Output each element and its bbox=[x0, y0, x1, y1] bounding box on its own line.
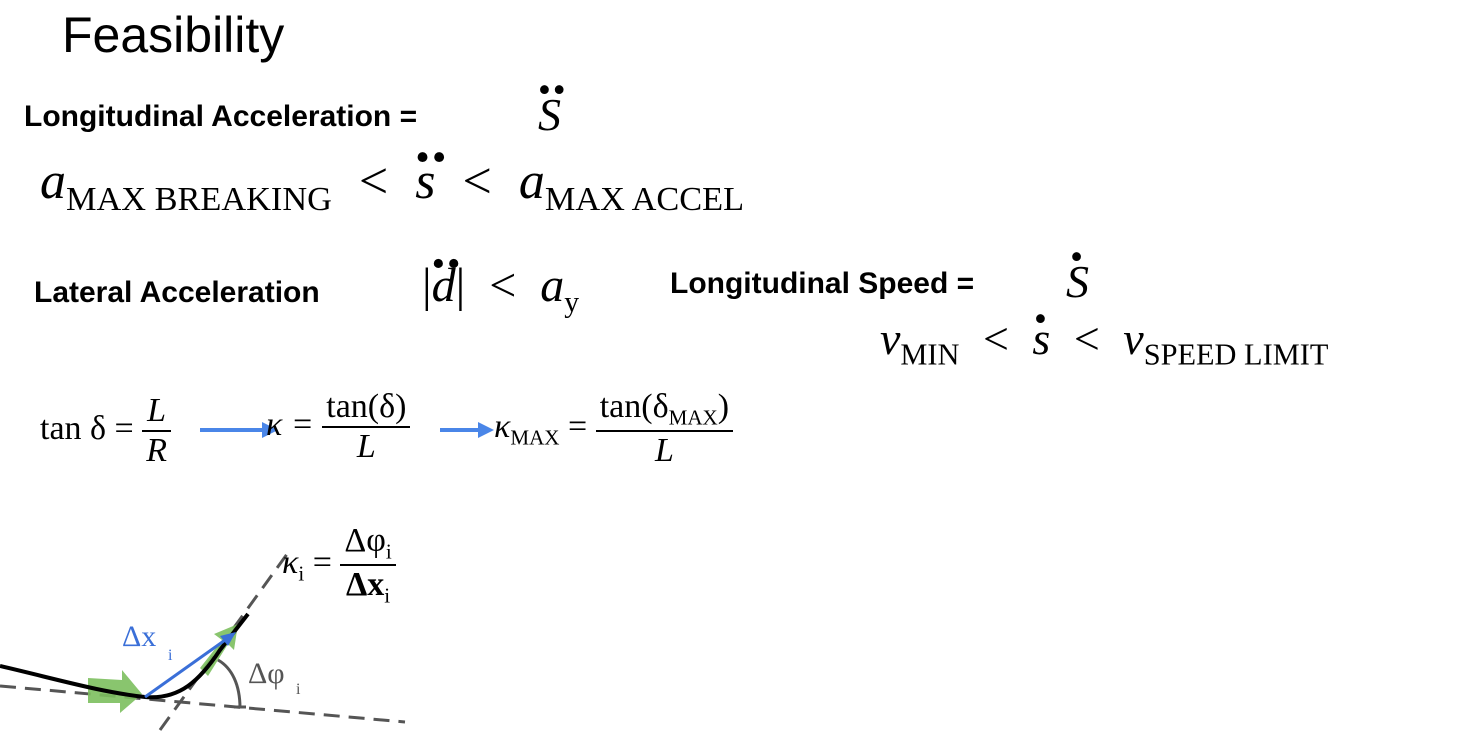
equals: = bbox=[568, 407, 588, 445]
less-than: < bbox=[462, 153, 492, 210]
double-dot-accent: •• bbox=[415, 134, 449, 181]
fraction-numerator: L bbox=[147, 392, 167, 429]
angle-arc bbox=[217, 658, 242, 709]
delta-phi: Δφ bbox=[344, 522, 386, 559]
i-sub: i bbox=[298, 561, 305, 586]
tangent-line-1 bbox=[0, 684, 406, 724]
kappa-equation: κ = tan(δ) L bbox=[266, 388, 411, 466]
longitudinal-speed-constraint: vMIN < • s < vSPEED LIMIT bbox=[880, 298, 1329, 373]
s-double-dot-symbol: •• S bbox=[538, 69, 566, 141]
tan-delta-over-l-fraction: tan(δ) L bbox=[322, 388, 411, 466]
abs-bar: | bbox=[422, 259, 432, 312]
kappa-max-equation: κMAX = tan(δMAX) L bbox=[494, 388, 734, 470]
a-var: a bbox=[518, 153, 545, 210]
longitudinal-acceleration-label: Longitudinal Acceleration = bbox=[24, 100, 418, 133]
max-accel-sub: MAX ACCEL bbox=[544, 180, 745, 218]
dphi-label: Δφ bbox=[248, 657, 285, 690]
speed-limit-sub: SPEED LIMIT bbox=[1143, 337, 1329, 372]
kappa-var: κ bbox=[282, 544, 299, 582]
dphi-sub: i bbox=[296, 681, 301, 698]
chain-arrow-2 bbox=[440, 422, 494, 438]
y-sub: y bbox=[564, 285, 580, 319]
arrow-head bbox=[478, 422, 494, 438]
equals: = bbox=[312, 544, 332, 582]
curvature-chain: tan δ = LR bbox=[40, 392, 172, 470]
kappa-i-equation: κi = Δφi Δxi bbox=[282, 522, 396, 609]
i-sub: i bbox=[384, 583, 391, 608]
l-over-r-fraction: LR bbox=[142, 392, 172, 470]
kappa-var: κ bbox=[494, 407, 511, 445]
a-var: a bbox=[540, 259, 565, 312]
delta-x: Δx bbox=[345, 566, 385, 604]
tan-delta-max-over-l-fraction: tan(δMAX) L bbox=[595, 388, 734, 470]
dot-accent: • bbox=[1033, 297, 1049, 339]
kappa-lhs: κ = bbox=[266, 405, 314, 443]
less-than: < bbox=[1073, 313, 1100, 364]
close-paren: ) bbox=[717, 388, 730, 425]
lateral-acceleration-constraint: | •• d| < ay bbox=[422, 243, 580, 319]
max-sub: MAX bbox=[510, 425, 560, 450]
fraction-denominator: R bbox=[142, 430, 172, 470]
fraction-denominator: L bbox=[322, 426, 411, 466]
a-var: a bbox=[40, 153, 66, 210]
dot-accent: • bbox=[1070, 235, 1085, 277]
s-dot-symbol: • S bbox=[1066, 236, 1089, 308]
tan-delta-text: tan(δ bbox=[599, 388, 669, 425]
dphi-over-dx-fraction: Δφi Δxi bbox=[340, 522, 396, 609]
dx-sub: i bbox=[168, 647, 173, 664]
fraction-denominator: L bbox=[595, 430, 734, 470]
double-dot-accent: •• bbox=[431, 242, 463, 285]
less-than: < bbox=[982, 313, 1009, 364]
max-breaking-sub: MAX BREAKING bbox=[66, 180, 332, 218]
v-var: v bbox=[1123, 313, 1144, 364]
i-sub: i bbox=[385, 539, 392, 564]
dx-label: Δx bbox=[122, 620, 156, 653]
longitudinal-speed-label: Longitudinal Speed = bbox=[670, 267, 975, 300]
less-than: < bbox=[358, 153, 389, 210]
max-sub: MAX bbox=[668, 405, 718, 430]
v-var: v bbox=[880, 313, 901, 364]
slide-title: Feasibility bbox=[62, 7, 285, 63]
tan-delta-lhs: tan δ = bbox=[40, 409, 134, 447]
min-sub: MIN bbox=[900, 337, 960, 372]
double-dot-accent: •• bbox=[538, 68, 568, 110]
lateral-acceleration-label: Lateral Acceleration bbox=[34, 276, 320, 309]
less-than: < bbox=[489, 259, 517, 312]
longitudinal-acceleration-constraint: aMAX BREAKING < •• s < aMAX ACCEL bbox=[40, 134, 745, 219]
fraction-numerator: tan(δ) bbox=[326, 388, 407, 425]
